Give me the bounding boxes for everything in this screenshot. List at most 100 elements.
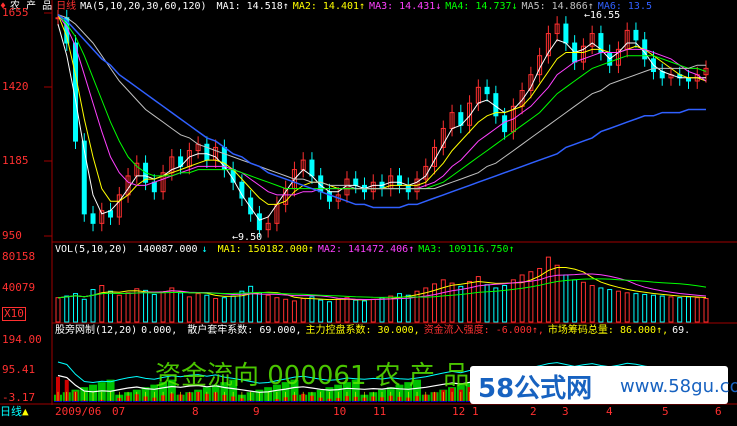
- indicator-blue-bar: [290, 401, 298, 402]
- indicator-blue-bar: [282, 401, 290, 402]
- volume-bar: [301, 298, 305, 322]
- ma-line-MA5: [58, 15, 706, 189]
- indicator-blue-bar: [369, 401, 377, 402]
- ma-params: MA(5,10,20,30,60,120): [80, 1, 206, 12]
- volume-bar: [371, 299, 375, 322]
- volume-bar: [555, 265, 559, 322]
- vol-multiplier: X10: [2, 307, 26, 321]
- volume-bar: [573, 280, 577, 322]
- vol-label-40079: 40079: [2, 282, 35, 294]
- indicator-item-1: 主力控盘系数: 30.000,: [306, 325, 420, 336]
- indicator-blue-bar: [107, 401, 115, 402]
- indicator-blue-bar: [325, 401, 333, 402]
- volume-bar: [222, 298, 226, 322]
- volume-bar: [564, 275, 568, 322]
- candle-body: [152, 182, 156, 191]
- volume-bar: [319, 300, 323, 322]
- indicator-blue-bar: [168, 401, 176, 402]
- logo-url: www.58gu.com: [620, 376, 737, 397]
- indicator-blue-bar: [422, 401, 430, 402]
- indicator-blue-bar: [115, 401, 123, 402]
- indicator-blue-bar: [457, 401, 465, 402]
- period-button-label: 日线: [0, 405, 22, 418]
- x-tick: 4: [606, 405, 613, 418]
- candle-body: [327, 192, 331, 201]
- indicator-blue-bar: [317, 401, 325, 402]
- indicator-blue-bar: [177, 401, 185, 402]
- ma-line-MA3: [58, 15, 706, 195]
- volume-bar: [144, 290, 148, 322]
- indicator-blue-bar: [439, 401, 447, 402]
- volume-bar: [170, 288, 174, 322]
- volume-bar: [152, 294, 156, 322]
- volume-bar: [415, 291, 419, 322]
- ma-value-2: MA3: 14.431↓: [369, 1, 441, 12]
- indicator-blue-bar: [124, 401, 132, 402]
- indicator-blue-bar: [80, 401, 88, 402]
- volume-bar: [354, 300, 358, 322]
- candle-body: [634, 30, 638, 39]
- volume-bar: [380, 298, 384, 322]
- period-button[interactable]: 日线▲: [0, 406, 29, 418]
- indicator-item-0: 散户套牢系数: 69.000,: [187, 325, 301, 336]
- indicator-blue-bar: [63, 401, 71, 402]
- ma-value-1: MA2: 14.401↑: [293, 1, 365, 12]
- high-annotation-text: 16.55: [590, 10, 620, 21]
- price-label-1185: 1185: [2, 155, 29, 167]
- volume-bar: [599, 288, 603, 322]
- ma-line-MA4: [58, 15, 706, 189]
- volume-bar: [485, 285, 489, 322]
- ma-value-0: MA1: 14.518↑: [217, 1, 289, 12]
- indicator-blue-bar: [396, 401, 404, 402]
- volume-bar: [257, 293, 261, 322]
- x-tick: 07: [112, 405, 125, 418]
- volume-bar: [362, 301, 366, 322]
- volume-bar: [406, 295, 410, 322]
- volume-bar: [669, 297, 673, 322]
- volume-bar: [205, 295, 209, 322]
- indicator-blue-bar: [273, 401, 281, 402]
- low-annotation-text: 9.50: [238, 232, 262, 243]
- x-tick: 10: [333, 405, 346, 418]
- volume-bar: [608, 290, 612, 322]
- indicator-blue-bar: [334, 401, 342, 402]
- indicator-blue-bar: [255, 401, 263, 402]
- x-axis-bar: [0, 405, 737, 423]
- volume-bar: [109, 291, 113, 322]
- volume-bar: [651, 295, 655, 322]
- volume-bar: [581, 282, 585, 322]
- x-tick: 2009/06: [55, 405, 101, 418]
- indicator-blue-bar: [203, 401, 211, 402]
- volume-bar: [214, 298, 218, 322]
- indicator-blue-bar: [133, 401, 141, 402]
- volume-bar: [476, 277, 480, 322]
- volume-bar: [275, 298, 279, 322]
- volume-bar: [389, 296, 393, 322]
- indicator-blue-bar: [98, 401, 106, 402]
- volume-bar: [74, 294, 78, 322]
- volume-bar: [459, 286, 463, 322]
- indicator-blue-bar: [72, 401, 80, 402]
- volume-bar: [686, 297, 690, 322]
- indicator-blue-bar: [308, 401, 316, 402]
- volume-bar: [187, 297, 191, 322]
- x-tick: 3: [562, 405, 569, 418]
- price-label-1655: 1655: [2, 7, 29, 19]
- x-tick: 6: [715, 405, 722, 418]
- logo-text: 58公式网: [478, 368, 592, 405]
- indicator-item-4: 69.: [672, 325, 690, 336]
- indicator-blue-bar: [404, 401, 412, 402]
- vol-title: VOL(5,10,20): [55, 244, 127, 255]
- candle-body: [257, 214, 261, 230]
- triangle-up-icon: ▲: [22, 405, 29, 418]
- volume-bar: [345, 298, 349, 322]
- vol-ma-value-2: MA3: 109116.750↑: [418, 244, 514, 255]
- indicator-item-2: 资金流入强度: -6.000↑,: [424, 325, 544, 336]
- volume-header: VOL(5,10,20) 140087.000↓ MA1: 150182.000…: [55, 244, 523, 256]
- indicator-blue-bar: [142, 401, 150, 402]
- x-tick: 11: [373, 405, 386, 418]
- indicator-blue-bar: [343, 401, 351, 402]
- volume-bar: [117, 295, 121, 322]
- indicator-blue-bar: [212, 401, 220, 402]
- indicator-blue-bar: [229, 401, 237, 402]
